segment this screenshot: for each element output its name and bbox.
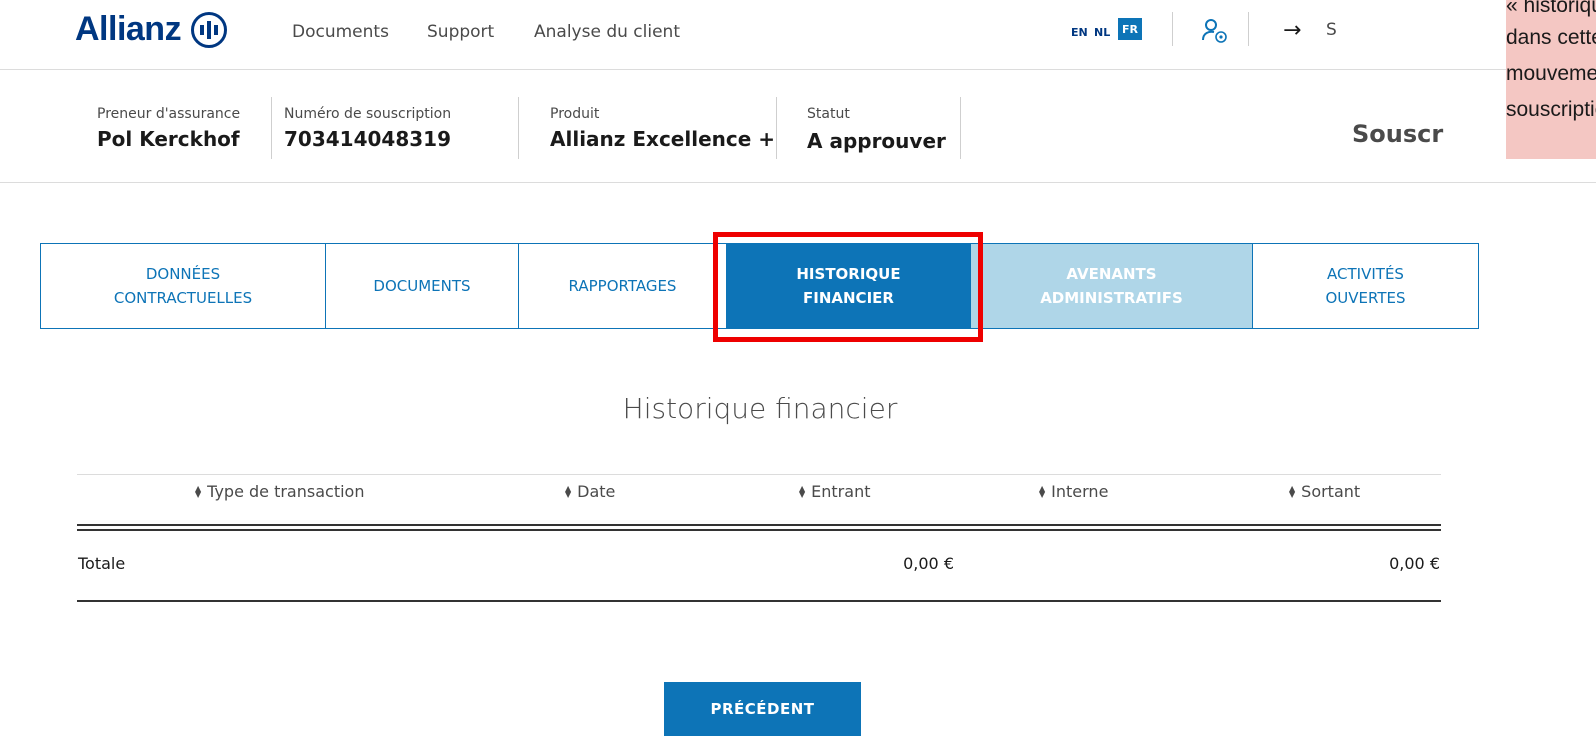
logout-arrow-icon[interactable]: → <box>1283 18 1301 43</box>
header-divider <box>1172 12 1173 46</box>
header-divider <box>1248 12 1249 46</box>
column-header-interne[interactable]: ▲ ▼ Interne <box>1039 482 1108 501</box>
summary-divider <box>776 97 777 159</box>
page-heading: Souscr <box>1352 120 1444 148</box>
summary-divider <box>271 97 272 159</box>
status-value: A approuver <box>807 129 946 153</box>
summary-bottom-border <box>0 182 1596 183</box>
tab-donnees-contractuelles[interactable]: DONNÉES CONTRACTUELLES <box>41 244 326 328</box>
nav-analyse-du-client[interactable]: Analyse du client <box>534 22 680 42</box>
column-header-sortant[interactable]: ▲ ▼ Sortant <box>1289 482 1360 501</box>
holder-value: Pol Kerckhof <box>97 127 240 151</box>
sort-icon: ▲ ▼ <box>799 483 806 499</box>
product-label: Produit <box>550 106 600 122</box>
tab-label: ACTIVITÉS OUVERTES <box>1325 265 1406 307</box>
tab-avenants-administratifs[interactable]: AVENANTS ADMINISTRATIFS <box>971 244 1252 328</box>
column-header-date[interactable]: ▲ ▼ Date <box>565 482 615 501</box>
lang-nl[interactable]: NL <box>1094 26 1110 39</box>
sort-icon: ▲ ▼ <box>565 483 572 499</box>
total-label: Totale <box>78 554 126 573</box>
section-title: Historique financier <box>622 392 898 425</box>
tab-documents[interactable]: DOCUMENTS <box>326 244 519 328</box>
tab-activites-ouvertes[interactable]: ACTIVITÉS OUVERTES <box>1252 244 1478 328</box>
tab-highlight-box <box>713 232 983 342</box>
column-header-entrant[interactable]: ▲ ▼ Entrant <box>799 482 870 501</box>
tab-label: DONNÉES CONTRACTUELLES <box>113 265 253 307</box>
column-header-label: Interne <box>1051 482 1109 501</box>
column-header-label: Date <box>577 482 616 501</box>
total-entrant: 0,00 € <box>903 554 954 573</box>
subscription-number-label: Numéro de souscription <box>284 106 452 122</box>
allianz-logo[interactable]: Allianz <box>75 10 228 49</box>
header-bottom-border <box>0 69 1596 70</box>
sort-icon: ▲ ▼ <box>1039 483 1046 499</box>
summary-divider <box>960 97 961 159</box>
column-header-type[interactable]: ▲ ▼ Type de transaction <box>195 482 364 501</box>
table-bottom-rule <box>77 600 1441 602</box>
column-header-label: Type de transaction <box>207 482 365 501</box>
tab-rapportages[interactable]: RAPPORTAGES <box>519 244 726 328</box>
nav-support[interactable]: Support <box>427 22 494 42</box>
table-header-rule <box>77 524 1441 526</box>
tooltip-line: souscription. <box>1506 98 1596 121</box>
column-header-label: Entrant <box>811 482 871 501</box>
help-tooltip: « historique financ dans cette section m… <box>1506 0 1596 159</box>
allianz-eagle-icon <box>191 11 228 48</box>
nav-documents[interactable]: Documents <box>292 22 389 42</box>
tooltip-line: dans cette section <box>1506 26 1596 49</box>
sort-icon: ▲ ▼ <box>1289 483 1296 499</box>
status-label: Statut <box>807 106 850 122</box>
subscription-number-value: 703414048319 <box>284 127 451 151</box>
table-top-border <box>77 474 1441 475</box>
tab-label: DOCUMENTS <box>373 277 471 295</box>
tab-label: RAPPORTAGES <box>568 277 677 295</box>
tab-label: AVENANTS ADMINISTRATIFS <box>1040 265 1183 307</box>
lang-en[interactable]: EN <box>1071 26 1088 39</box>
column-header-label: Sortant <box>1301 482 1361 501</box>
logout-label[interactable]: S <box>1326 20 1337 40</box>
sort-icon: ▲ ▼ <box>195 483 202 499</box>
summary-divider <box>518 97 519 159</box>
holder-label: Preneur d'assurance <box>97 106 241 122</box>
previous-button[interactable]: PRÉCÉDENT <box>664 682 861 736</box>
total-sortant: 0,00 € <box>1389 554 1440 573</box>
tooltip-line: « historique financ <box>1506 0 1596 17</box>
product-value: Allianz Excellence + <box>550 127 776 151</box>
lang-fr[interactable]: FR <box>1118 18 1142 40</box>
user-settings-icon[interactable] <box>1201 18 1229 48</box>
tooltip-line: mouvements finan <box>1506 62 1596 85</box>
logo-text: Allianz <box>75 10 182 48</box>
table-header-rule <box>77 529 1441 531</box>
